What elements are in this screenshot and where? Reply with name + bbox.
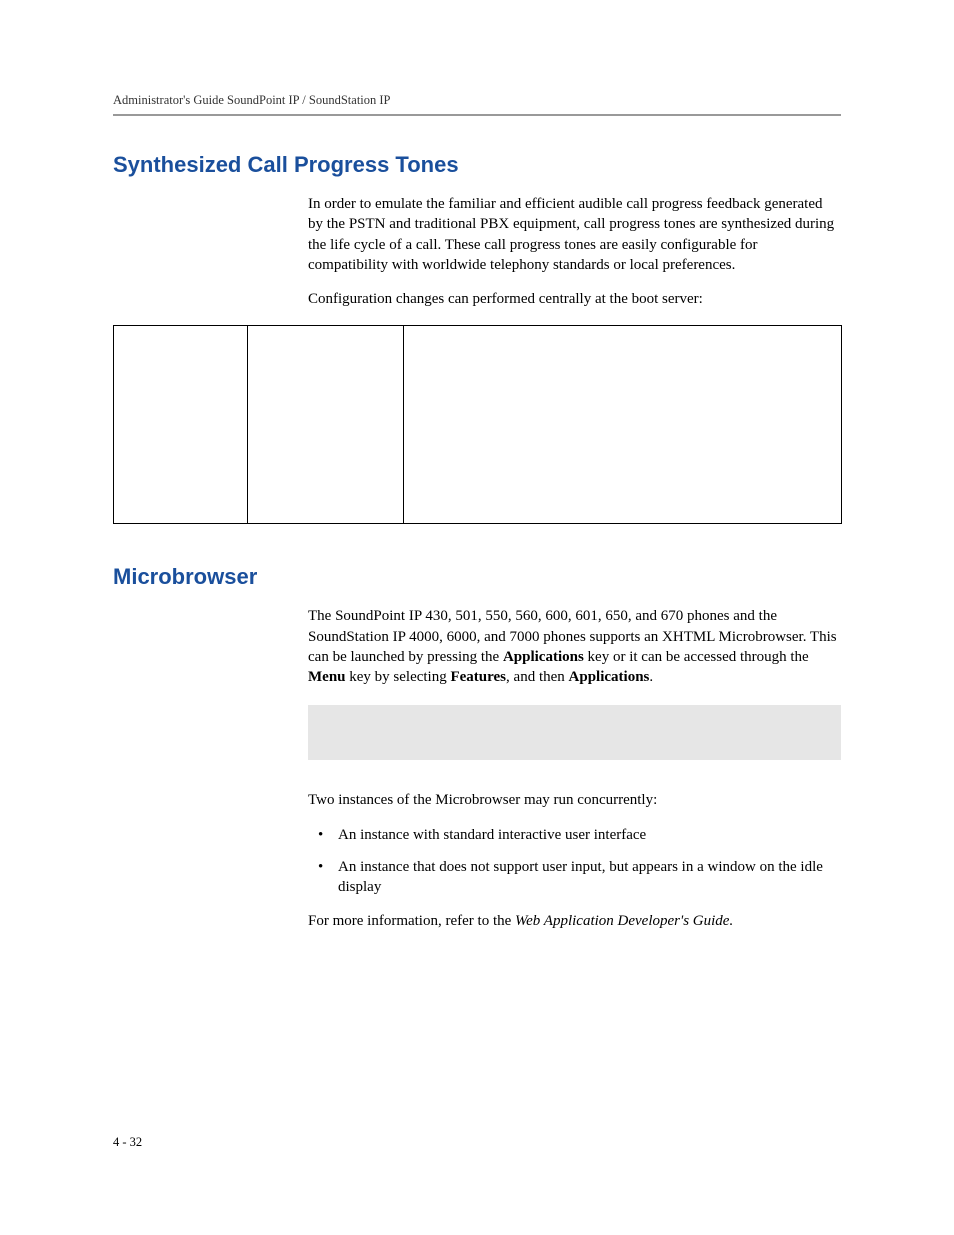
body-paragraph: In order to emulate the familiar and eff…	[308, 194, 841, 275]
text-span: .	[649, 669, 653, 685]
table-row	[114, 326, 842, 524]
body-paragraph: Configuration changes can performed cent…	[308, 289, 841, 309]
table-cell	[403, 326, 841, 524]
bullet-list: An instance with standard interactive us…	[308, 825, 841, 898]
body-paragraph: The SoundPoint IP 430, 501, 550, 560, 60…	[308, 606, 841, 687]
table-cell	[247, 326, 403, 524]
text-span: key or it can be accessed through the	[584, 649, 809, 665]
bold-text: Applications	[569, 669, 650, 685]
table-cell	[114, 326, 248, 524]
config-table	[113, 325, 842, 524]
running-head: Administrator's Guide SoundPoint IP / So…	[113, 93, 841, 108]
section-heading-synthesized: Synthesized Call Progress Tones	[113, 152, 841, 178]
section-heading-microbrowser: Microbrowser	[113, 564, 841, 590]
text-span: key by selecting	[346, 669, 451, 685]
body-paragraph: For more information, refer to the Web A…	[308, 911, 841, 931]
page-number: 4 - 32	[113, 1135, 142, 1150]
text-span: For more information, refer to the	[308, 913, 515, 929]
body-paragraph: Two instances of the Microbrowser may ru…	[308, 790, 841, 810]
bold-text: Applications	[503, 649, 584, 665]
italic-text: Web Application Developer's Guide.	[515, 913, 733, 929]
list-item: An instance with standard interactive us…	[308, 825, 841, 845]
text-span: , and then	[506, 669, 568, 685]
note-box	[308, 705, 841, 760]
list-item: An instance that does not support user i…	[308, 857, 841, 898]
header-rule	[113, 114, 841, 116]
bold-text: Features	[450, 669, 506, 685]
bold-text: Menu	[308, 669, 346, 685]
